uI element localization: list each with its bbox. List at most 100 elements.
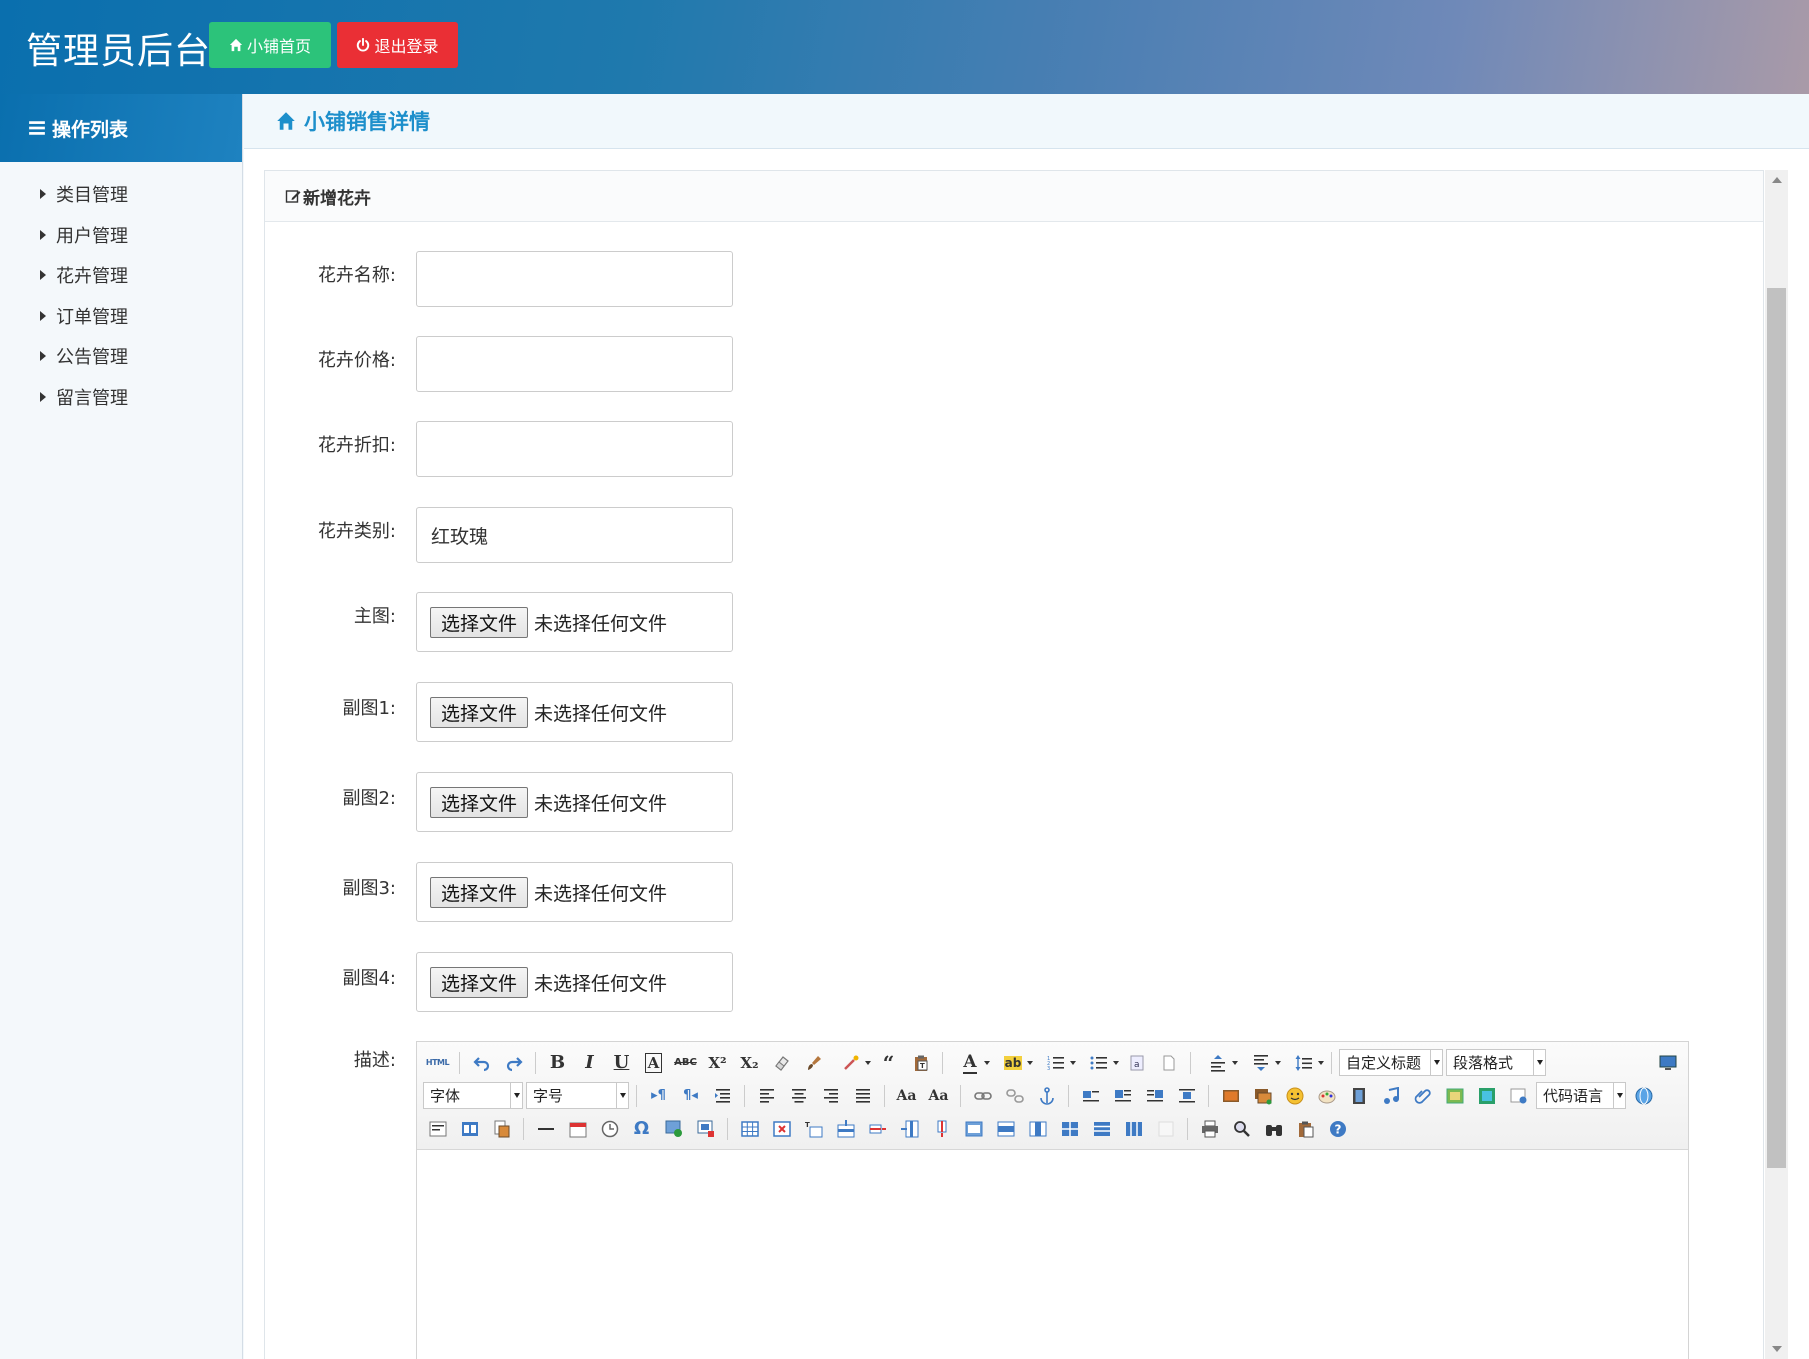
page-break-button[interactable]: [1154, 1049, 1183, 1076]
rtl-button[interactable]: ¶◂: [676, 1082, 705, 1109]
attachment-button[interactable]: [1408, 1082, 1437, 1109]
custom-title-select[interactable]: 自定义标题: [1339, 1049, 1443, 1076]
shop-home-button[interactable]: 小铺首页: [209, 22, 331, 68]
emotion-button[interactable]: [1280, 1082, 1309, 1109]
font-family-select[interactable]: 字体: [423, 1082, 523, 1109]
horizontal-rule-button[interactable]: [531, 1115, 560, 1142]
image-none-button[interactable]: [1076, 1082, 1105, 1109]
choose-file-button[interactable]: 选择文件: [430, 786, 529, 818]
delete-table-button[interactable]: [767, 1115, 796, 1142]
insert-image-button[interactable]: [1216, 1082, 1245, 1109]
bold-button[interactable]: B: [543, 1049, 572, 1076]
special-char-button[interactable]: Ω: [627, 1115, 656, 1142]
unordered-list-button[interactable]: [1079, 1049, 1119, 1076]
image-center-button[interactable]: [1172, 1082, 1201, 1109]
split-to-rows-button[interactable]: [1087, 1115, 1116, 1142]
delete-row-button[interactable]: [863, 1115, 892, 1142]
merge-down-button[interactable]: [1023, 1115, 1052, 1142]
ltr-button[interactable]: ▸¶: [644, 1082, 673, 1109]
image-right-button[interactable]: [1140, 1082, 1169, 1109]
sidebar-item-users[interactable]: 用户管理: [0, 215, 242, 256]
font-color-button[interactable]: A: [950, 1049, 990, 1076]
paragraph-format-select[interactable]: 段落格式: [1446, 1049, 1546, 1076]
ordered-list-button[interactable]: 123: [1036, 1049, 1076, 1076]
discount-input[interactable]: [416, 421, 733, 477]
insert-col-button[interactable]: [895, 1115, 924, 1142]
insert-paragraph-before-table-button[interactable]: T: [799, 1115, 828, 1142]
insert-video-button[interactable]: [1344, 1082, 1373, 1109]
gmap-button[interactable]: [1472, 1082, 1501, 1109]
line-height-button[interactable]: [1284, 1049, 1324, 1076]
scrollbar-thumb[interactable]: [1767, 288, 1786, 1168]
draft-button[interactable]: [1291, 1115, 1320, 1142]
price-input[interactable]: [416, 336, 733, 392]
sidebar-item-flowers[interactable]: 花卉管理: [0, 255, 242, 296]
sidebar-item-category[interactable]: 类目管理: [0, 174, 242, 215]
format-brush-button[interactable]: [799, 1049, 828, 1076]
split-to-cols-button[interactable]: [1119, 1115, 1148, 1142]
multi-image-button[interactable]: [1248, 1082, 1277, 1109]
merge-right-button[interactable]: [991, 1115, 1020, 1142]
lowercase-button[interactable]: Aa: [924, 1082, 953, 1109]
insert-table-button[interactable]: [735, 1115, 764, 1142]
preview-button[interactable]: [1227, 1115, 1256, 1142]
page-template-button[interactable]: [1629, 1082, 1658, 1109]
sidebar-item-messages[interactable]: 留言管理: [0, 377, 242, 418]
align-right-button[interactable]: [816, 1082, 845, 1109]
insert-date-button[interactable]: [563, 1115, 592, 1142]
print-button[interactable]: [1195, 1115, 1224, 1142]
scroll-up-button[interactable]: [1765, 170, 1788, 190]
choose-file-button[interactable]: 选择文件: [430, 696, 529, 728]
uppercase-button[interactable]: Aa: [892, 1082, 921, 1109]
image-left-button[interactable]: [1108, 1082, 1137, 1109]
redo-button[interactable]: [499, 1049, 528, 1076]
scrollbar[interactable]: [1765, 170, 1788, 1359]
directionality-button[interactable]: a: [1122, 1049, 1151, 1076]
insert-code-button[interactable]: [487, 1115, 516, 1142]
scroll-down-button[interactable]: [1765, 1339, 1788, 1359]
eraser-button[interactable]: [767, 1049, 796, 1076]
html-source-button[interactable]: HTML: [423, 1049, 452, 1076]
chart-button[interactable]: [1151, 1115, 1180, 1142]
sidebar-item-notices[interactable]: 公告管理: [0, 336, 242, 377]
align-left-button[interactable]: [752, 1082, 781, 1109]
logout-button[interactable]: 退出登录: [337, 22, 458, 68]
editor-content-area[interactable]: [417, 1150, 1688, 1359]
undo-button[interactable]: [467, 1049, 496, 1076]
scrawl-button[interactable]: [1312, 1082, 1341, 1109]
insert-time-button[interactable]: [595, 1115, 624, 1142]
auto-typeset-button[interactable]: [831, 1049, 871, 1076]
indent-button[interactable]: [708, 1082, 737, 1109]
template-button[interactable]: [423, 1115, 452, 1142]
paste-plain-button[interactable]: T: [906, 1049, 935, 1076]
link-button[interactable]: [968, 1082, 997, 1109]
snapscreen-button[interactable]: [659, 1115, 688, 1142]
merge-cells-button[interactable]: [959, 1115, 988, 1142]
name-input[interactable]: [416, 251, 733, 307]
choose-file-button[interactable]: 选择文件: [430, 876, 529, 908]
help-button[interactable]: ?: [1323, 1115, 1352, 1142]
insert-row-button[interactable]: [831, 1115, 860, 1142]
choose-file-button[interactable]: 选择文件: [430, 606, 529, 638]
sidebar-item-orders[interactable]: 订单管理: [0, 296, 242, 337]
blockquote-button[interactable]: “: [874, 1049, 903, 1076]
word-image-button[interactable]: [691, 1115, 720, 1142]
anchor-button[interactable]: [1032, 1082, 1061, 1109]
background-button[interactable]: [455, 1115, 484, 1142]
strikethrough-button[interactable]: ABC: [671, 1049, 700, 1076]
fullscreen-button[interactable]: [1653, 1049, 1682, 1076]
align-center-button[interactable]: [784, 1082, 813, 1109]
row-spacing-bottom-button[interactable]: [1241, 1049, 1281, 1076]
underline-button[interactable]: U: [607, 1049, 636, 1076]
code-language-select[interactable]: 代码语言: [1536, 1082, 1626, 1109]
background-color-button[interactable]: ab: [993, 1049, 1033, 1076]
search-replace-button[interactable]: [1259, 1115, 1288, 1142]
subscript-button[interactable]: X₂: [735, 1049, 764, 1076]
unlink-button[interactable]: [1000, 1082, 1029, 1109]
map-button[interactable]: [1440, 1082, 1469, 1109]
delete-col-button[interactable]: [927, 1115, 956, 1142]
insert-frame-button[interactable]: [1504, 1082, 1533, 1109]
music-button[interactable]: [1376, 1082, 1405, 1109]
italic-button[interactable]: I: [575, 1049, 604, 1076]
choose-file-button[interactable]: 选择文件: [430, 966, 529, 998]
